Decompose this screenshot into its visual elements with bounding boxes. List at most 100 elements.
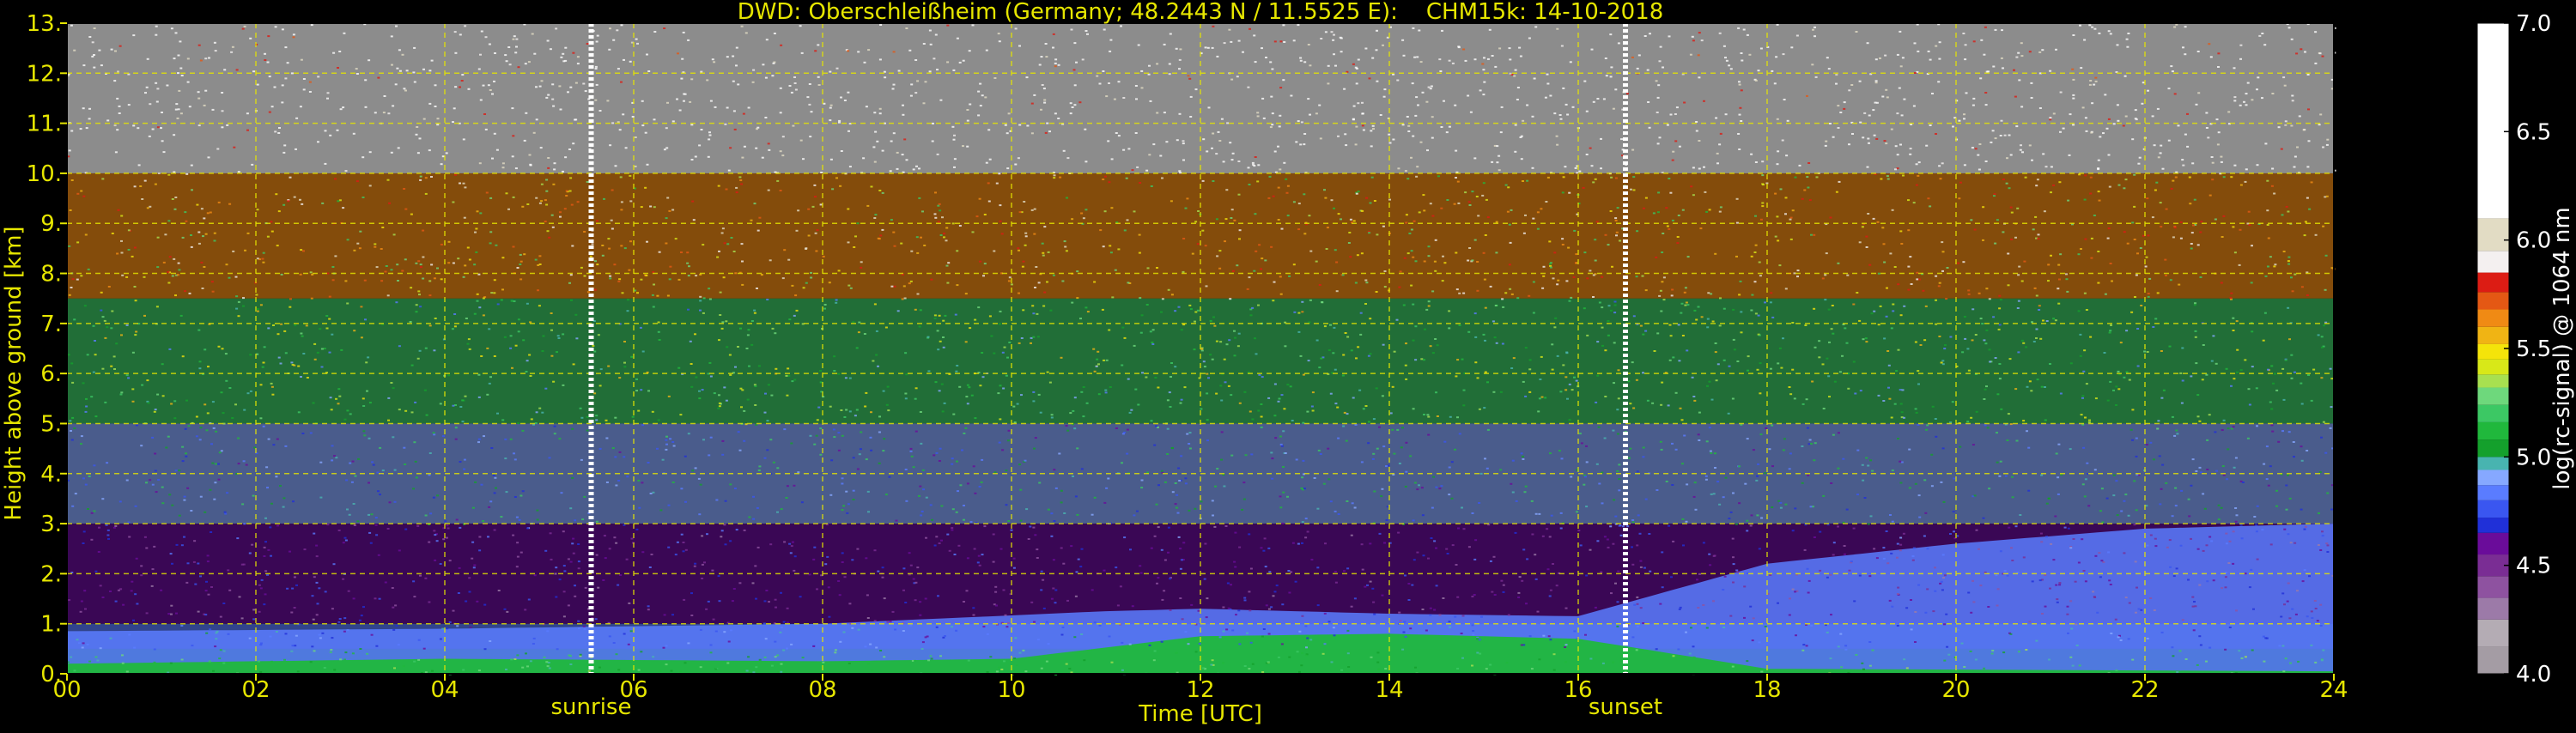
noise-speck — [839, 640, 842, 643]
noise-speck — [2035, 328, 2038, 330]
noise-speck — [1724, 113, 1728, 116]
noise-speck — [942, 319, 945, 322]
noise-speck — [1705, 210, 1709, 213]
noise-speck — [1498, 154, 1501, 157]
noise-speck — [2124, 179, 2128, 181]
noise-speck — [1462, 528, 1466, 530]
noise-speck — [547, 157, 550, 159]
noise-speck — [275, 631, 278, 633]
noise-speck — [583, 231, 586, 233]
noise-speck — [2146, 544, 2149, 547]
noise-speck — [563, 570, 567, 572]
noise-speck — [1228, 28, 1231, 31]
noise-speck — [865, 557, 868, 560]
noise-speck — [1839, 633, 1843, 635]
noise-speck — [290, 72, 294, 75]
noise-speck — [133, 246, 137, 249]
noise-speck — [2174, 505, 2178, 507]
noise-speck — [281, 28, 284, 31]
noise-speck — [1840, 666, 1844, 669]
noise-speck — [2284, 124, 2287, 126]
noise-speck — [2220, 155, 2223, 158]
noise-speck — [743, 145, 746, 148]
noise-speck — [1646, 69, 1649, 71]
noise-speck — [1846, 274, 1850, 276]
noise-speck — [2044, 386, 2046, 388]
noise-speck — [1590, 48, 1594, 51]
noise-speck — [1084, 30, 1088, 32]
noise-speck — [674, 238, 677, 240]
noise-speck — [301, 433, 305, 434]
noise-speck — [1304, 536, 1308, 539]
noise-speck — [2084, 580, 2087, 583]
noise-speck — [2200, 221, 2203, 223]
noise-speck — [915, 165, 918, 167]
noise-speck — [725, 399, 728, 402]
noise-speck — [220, 450, 223, 452]
noise-speck — [1698, 140, 1701, 142]
noise-speck — [1887, 364, 1891, 366]
noise-speck — [284, 633, 288, 635]
noise-speck — [1103, 175, 1107, 178]
noise-speck — [477, 669, 481, 672]
noise-speck — [264, 59, 267, 61]
noise-speck — [2239, 184, 2243, 186]
noise-speck — [684, 548, 688, 551]
noise-speck — [2056, 598, 2059, 601]
noise-speck — [1486, 381, 1489, 384]
noise-speck — [1189, 95, 1193, 98]
noise-speck — [517, 422, 520, 425]
noise-speck — [1454, 448, 1456, 451]
noise-speck — [1360, 543, 1364, 546]
noise-speck — [1109, 50, 1112, 52]
noise-speck — [1592, 181, 1595, 184]
noise-speck — [1405, 470, 1408, 473]
noise-speck — [1723, 575, 1727, 578]
noise-speck — [1385, 465, 1388, 468]
noise-speck — [270, 230, 274, 233]
noise-speck — [284, 352, 288, 354]
noise-speck — [468, 577, 471, 579]
noise-speck — [454, 427, 458, 429]
noise-speck — [209, 628, 212, 631]
noise-speck — [2072, 34, 2075, 36]
noise-speck — [1007, 520, 1011, 522]
noise-speck — [1941, 270, 1944, 272]
noise-speck — [1024, 244, 1027, 246]
noise-speck — [2104, 94, 2107, 96]
noise-speck — [1437, 175, 1440, 178]
noise-speck — [1414, 114, 1418, 117]
noise-speck — [1036, 548, 1039, 551]
noise-speck — [1032, 526, 1036, 529]
noise-speck — [428, 70, 432, 72]
noise-speck — [168, 256, 172, 258]
noise-speck — [721, 321, 725, 324]
noise-speck — [1283, 161, 1286, 164]
noise-speck — [558, 85, 562, 88]
noise-speck — [1626, 525, 1630, 528]
noise-speck — [1156, 63, 1159, 65]
noise-speck — [204, 511, 207, 513]
noise-speck — [1646, 399, 1649, 402]
noise-speck — [1890, 416, 1893, 419]
noise-speck — [2011, 560, 2014, 561]
noise-speck — [154, 409, 157, 411]
noise-speck — [564, 46, 568, 49]
noise-speck — [2101, 521, 2105, 524]
noise-speck — [2212, 579, 2215, 582]
noise-speck — [1738, 465, 1741, 468]
noise-speck — [1885, 88, 1888, 91]
noise-speck — [1412, 135, 1415, 137]
noise-speck — [1697, 54, 1700, 57]
noise-speck — [153, 410, 156, 413]
noise-speck — [71, 505, 75, 507]
noise-speck — [1754, 79, 1758, 82]
noise-speck — [219, 649, 222, 651]
noise-speck — [1736, 571, 1740, 573]
noise-speck — [966, 384, 969, 386]
noise-speck — [516, 267, 519, 269]
noise-speck — [667, 395, 671, 397]
noise-speck — [794, 88, 798, 91]
noise-speck — [1813, 536, 1816, 538]
noise-speck — [610, 219, 613, 221]
